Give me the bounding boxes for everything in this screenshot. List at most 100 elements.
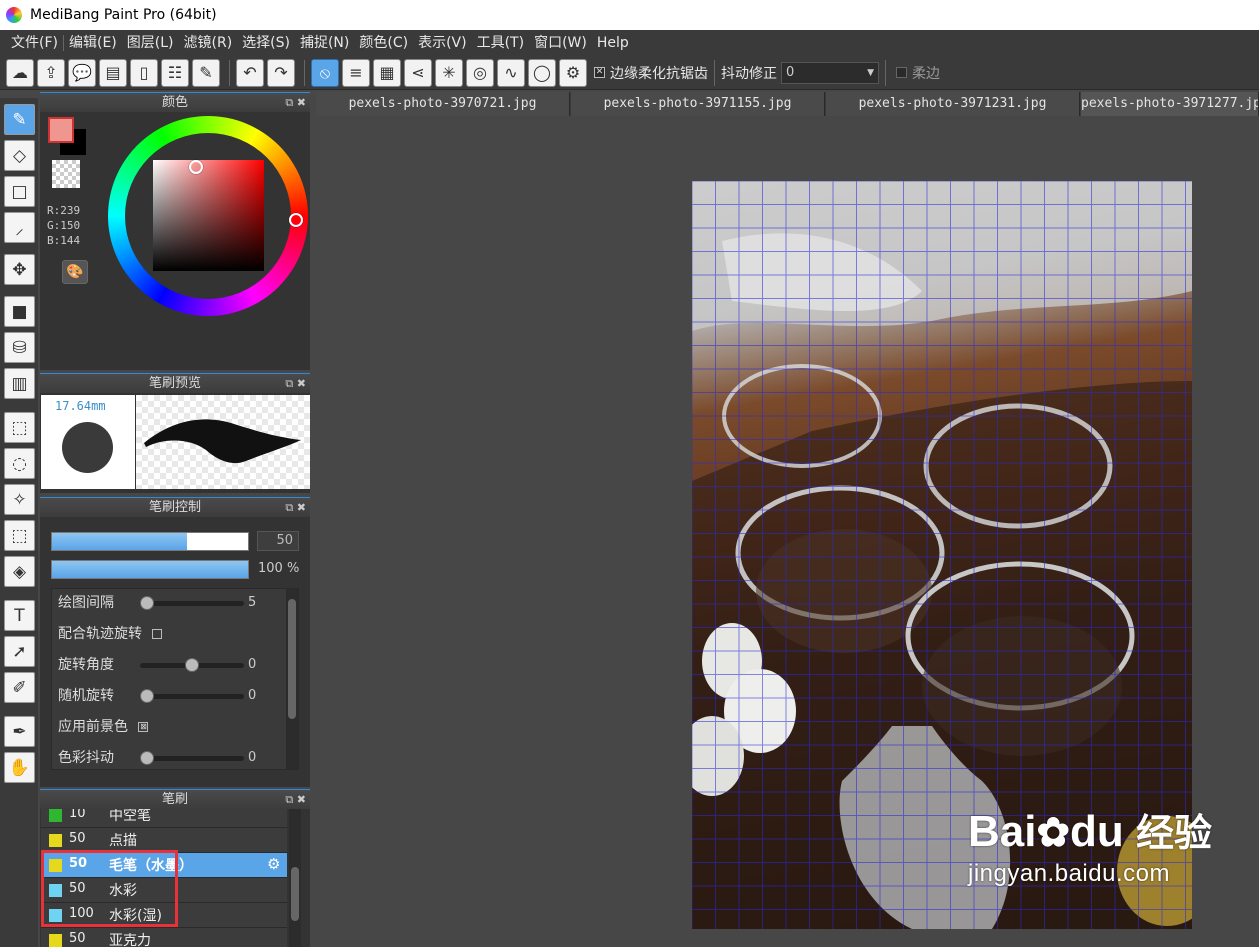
panel-controls[interactable]: ⧉ ✖: [285, 374, 306, 393]
text-tool-icon[interactable]: T: [4, 600, 35, 631]
cloud-icon[interactable]: ☁: [6, 58, 34, 87]
stabilizer-select[interactable]: 0 ▼: [781, 61, 879, 84]
menu-color[interactable]: 颜色(C): [354, 30, 413, 56]
rotation-angle-knob[interactable]: [185, 658, 199, 672]
brush-list-scrollbar[interactable]: [289, 809, 301, 947]
redo-icon[interactable]: ↷: [267, 58, 295, 87]
snap-settings-gear-icon[interactable]: ⚙: [559, 58, 587, 87]
brush-size-bar[interactable]: [51, 532, 249, 551]
palette-icon[interactable]: 🎨: [62, 260, 88, 284]
color-panel-header[interactable]: 颜色 ⧉ ✖: [40, 92, 310, 112]
blur-tool-icon[interactable]: ✐: [4, 672, 35, 703]
menu-snap[interactable]: 捕捉(N): [295, 30, 354, 56]
menu-edit[interactable]: 编辑(E): [64, 30, 122, 56]
parallel-snap-icon[interactable]: ≡: [342, 58, 370, 87]
menu-tools[interactable]: 工具(T): [472, 30, 529, 56]
saturation-value-square[interactable]: [153, 160, 264, 271]
brush-control-panel: 50 100 % 绘图间隔 5 配合轨迹旋转 旋转角度 0 随机旋转 0 应用前…: [40, 517, 310, 787]
menu-file[interactable]: 文件(F): [6, 30, 63, 56]
share-icon[interactable]: ⇪: [37, 58, 65, 87]
color-jitter-knob[interactable]: [140, 751, 154, 765]
comment-icon[interactable]: ▤: [99, 58, 127, 87]
move-tool-icon[interactable]: ✥: [4, 254, 35, 285]
ellipse-snap-icon[interactable]: ◯: [528, 58, 556, 87]
foreground-color-swatch[interactable]: [48, 117, 74, 143]
lasso-tool-icon[interactable]: ◌: [4, 448, 35, 479]
use-foreground-checkbox[interactable]: ⊠: [138, 722, 149, 732]
random-rotation-knob[interactable]: [140, 689, 154, 703]
brush-opacity-bar[interactable]: [51, 560, 249, 579]
rotation-angle-slider[interactable]: [140, 658, 244, 672]
paw-icon: ✿: [1036, 811, 1070, 855]
main-toolbar: ☁ ⇪ 💬 ▤ ▯ ☷ ✎ ↶ ↷ ⦸ ≡ ▦ ⋖ ✳ ◎ ∿ ◯ ⚙ ✕ 边缘…: [0, 56, 1259, 90]
spacing-slider-knob[interactable]: [140, 596, 154, 610]
brush-settings-gear-icon[interactable]: ⚙: [267, 855, 280, 873]
brush-list-header[interactable]: 笔刷 ⧉ ✖: [40, 789, 310, 809]
brush-control-header[interactable]: 笔刷控制 ⧉ ✖: [40, 497, 310, 517]
curve-snap-icon[interactable]: ∿: [497, 58, 525, 87]
undo-icon[interactable]: ↶: [236, 58, 264, 87]
hue-marker[interactable]: [289, 213, 303, 227]
eyedropper-tool-icon[interactable]: ✒: [4, 716, 35, 747]
menu-help[interactable]: Help: [592, 30, 634, 56]
select-pen-tool-icon[interactable]: ⬚: [4, 520, 35, 551]
brush-stroke-preview: [136, 395, 310, 489]
select-eraser-tool-icon[interactable]: ◈: [4, 556, 35, 587]
brush-stroke-sample: [144, 419, 301, 464]
brush-preview-header[interactable]: 笔刷预览 ⧉ ✖: [40, 373, 310, 393]
radial-snap-icon[interactable]: ✳: [435, 58, 463, 87]
brush-name: 中空笔: [109, 809, 151, 824]
page-settings-icon[interactable]: ✎: [192, 58, 220, 87]
select-rect-tool-icon[interactable]: ⬚: [4, 412, 35, 443]
brush-list-item[interactable]: 50 亚克力: [41, 928, 287, 947]
page-list-icon[interactable]: ☷: [161, 58, 189, 87]
spacing-slider[interactable]: [140, 596, 244, 610]
brush-list-item[interactable]: 10 中空笔: [41, 809, 287, 828]
fill-rect-tool-icon[interactable]: ■: [4, 296, 35, 327]
menu-view[interactable]: 表示(V): [413, 30, 472, 56]
brush-size-value[interactable]: 50: [257, 531, 299, 551]
brush-list-scroll-thumb[interactable]: [291, 867, 299, 921]
brush-tool-icon[interactable]: ✎: [4, 104, 35, 135]
panel-controls[interactable]: ⧉ ✖: [285, 790, 306, 809]
menu-select[interactable]: 选择(S): [237, 30, 295, 56]
page-icon[interactable]: ▯: [130, 58, 158, 87]
soft-edge-checkbox[interactable]: [896, 67, 907, 78]
tab-document[interactable]: pexels-photo-3970721.jpg: [316, 92, 570, 116]
bucket-tool-icon[interactable]: ⛁: [4, 332, 35, 363]
random-rotation-slider[interactable]: [140, 689, 244, 703]
color-jitter-label: 色彩抖动: [58, 750, 114, 766]
operation-tool-icon[interactable]: ➚: [4, 636, 35, 667]
speech-bubble-icon[interactable]: 💬: [68, 58, 96, 87]
grid-snap-icon[interactable]: ▦: [373, 58, 401, 87]
panel-controls[interactable]: ⧉ ✖: [285, 498, 306, 517]
menu-filter[interactable]: 滤镜(R): [179, 30, 238, 56]
snap-off-icon[interactable]: ⦸: [311, 58, 339, 87]
hand-tool-icon[interactable]: ✋: [4, 752, 35, 783]
follow-rotation-checkbox[interactable]: [152, 629, 163, 639]
gradient-tool-icon[interactable]: ▥: [4, 368, 35, 399]
rectangle-tool-icon[interactable]: □: [4, 176, 35, 207]
param-list-scrollbar[interactable]: [286, 589, 298, 769]
magic-wand-tool-icon[interactable]: ✧: [4, 484, 35, 515]
menu-window[interactable]: 窗口(W): [529, 30, 592, 56]
vanishing-snap-icon[interactable]: ⋖: [404, 58, 432, 87]
param-list-scroll-thumb[interactable]: [288, 599, 296, 719]
antialias-checkbox[interactable]: ✕: [594, 67, 605, 78]
menu-layer[interactable]: 图层(L): [122, 30, 179, 56]
tab-document[interactable]: pexels-photo-3971155.jpg: [571, 92, 825, 116]
tab-document[interactable]: pexels-photo-3971231.jpg: [826, 92, 1080, 116]
eraser-tool-icon[interactable]: ◇: [4, 140, 35, 171]
green-value: G:150: [47, 219, 81, 232]
dot-pen-tool-icon[interactable]: ⸝: [4, 212, 35, 243]
panel-controls[interactable]: ⧉ ✖: [285, 93, 306, 112]
watermark-brand-2: du: [1070, 807, 1124, 856]
color-jitter-slider[interactable]: [140, 751, 244, 765]
brush-color-chip: [49, 934, 62, 947]
sv-marker[interactable]: [189, 160, 203, 174]
tab-document-active[interactable]: pexels-photo-3971277.jpg: [1081, 92, 1259, 116]
param-spacing: 绘图间隔 5: [58, 593, 286, 613]
param-spacing-label: 绘图间隔: [58, 595, 114, 611]
transparent-color-swatch[interactable]: [52, 160, 80, 188]
circle-snap-icon[interactable]: ◎: [466, 58, 494, 87]
